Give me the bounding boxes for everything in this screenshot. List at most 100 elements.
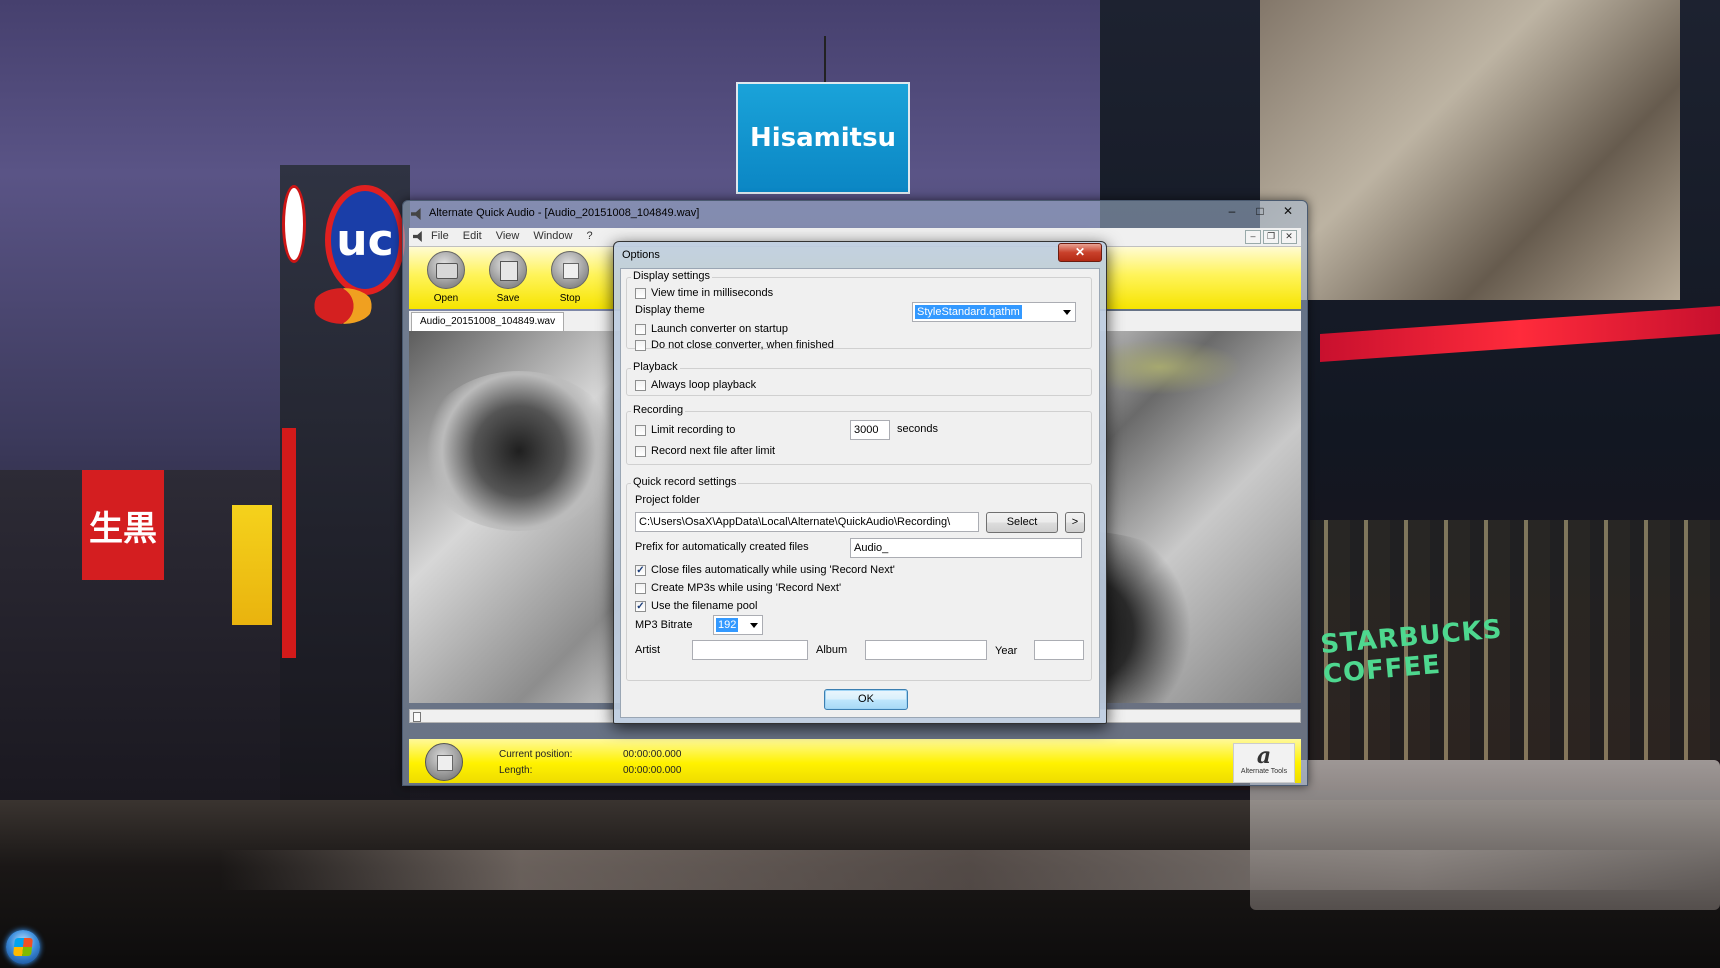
always-loop-row[interactable]: Always loop playback	[635, 379, 756, 391]
menu-window[interactable]: Window	[533, 230, 572, 242]
stop-icon	[551, 251, 589, 289]
dialog-body: Display settings View time in millisecon…	[620, 268, 1100, 718]
length-label: Length:	[499, 765, 533, 776]
playback-group: Playback Always loop playback	[626, 361, 1092, 396]
mastercard-logo	[313, 288, 373, 324]
menu-file[interactable]: File	[431, 230, 449, 242]
limit-recording-row[interactable]: Limit recording to	[635, 424, 735, 436]
launch-converter-row[interactable]: Launch converter on startup	[635, 323, 788, 335]
length-value: 00:00:00.000	[623, 765, 682, 776]
dialog-title: Options	[622, 249, 660, 261]
project-folder-input[interactable]: C:\Users\OsaX\AppData\Local\Alternate\Qu…	[635, 512, 979, 532]
options-dialog: Options ✕ Display settings View time in …	[613, 241, 1107, 724]
document-speaker-icon[interactable]	[413, 231, 422, 242]
close-button[interactable]: ✕	[1275, 203, 1301, 221]
project-folder-label: Project folder	[635, 494, 700, 506]
recording-group: Recording Limit recording to 3000 second…	[626, 404, 1092, 465]
limit-recording-label: Limit recording to	[651, 424, 736, 436]
quick-record-title: Quick record settings	[631, 476, 739, 488]
status-bar: Current position: 00:00:00.000 Length: 0…	[409, 739, 1301, 783]
quick-record-group: Quick record settings Project folder C:\…	[626, 476, 1092, 681]
close-files-row[interactable]: Close files automatically while using 'R…	[635, 564, 895, 576]
window-controls: – □ ✕	[1219, 203, 1301, 221]
select-folder-button[interactable]: Select	[986, 512, 1058, 533]
windows-logo-icon	[13, 938, 33, 956]
menu-edit[interactable]: Edit	[463, 230, 482, 242]
display-theme-select[interactable]: StyleStandard.qathm	[912, 302, 1076, 322]
save-label: Save	[496, 293, 520, 304]
more-folder-button[interactable]: >	[1065, 512, 1085, 533]
view-ms-label: View time in milliseconds	[651, 287, 774, 299]
no-close-converter-row[interactable]: Do not close converter, when finished	[635, 339, 834, 351]
playback-title: Playback	[631, 361, 680, 373]
open-label: Open	[433, 293, 459, 304]
create-mp3-label: Create MP3s while using 'Record Next'	[651, 582, 842, 594]
menu-view[interactable]: View	[496, 230, 520, 242]
app-titlebar[interactable]: Alternate Quick Audio - [Audio_20151008_…	[403, 201, 1307, 227]
start-button[interactable]	[6, 930, 40, 964]
scroll-thumb[interactable]	[413, 712, 421, 722]
current-position-value: 00:00:00.000	[623, 749, 682, 760]
status-stop-icon[interactable]	[425, 743, 463, 781]
view-ms-row[interactable]: View time in milliseconds	[635, 287, 773, 299]
mp3-bitrate-value: 192	[716, 618, 739, 632]
bus-blur	[1250, 760, 1720, 910]
record-next-checkbox[interactable]	[635, 445, 646, 457]
album-input[interactable]	[865, 640, 987, 660]
doc-restore-button[interactable]: ❐	[1263, 230, 1279, 244]
maximize-button[interactable]: □	[1247, 203, 1273, 221]
open-button[interactable]: Open	[421, 251, 471, 304]
always-loop-checkbox[interactable]	[635, 379, 646, 391]
menu-help[interactable]: ?	[586, 230, 592, 242]
video-screen	[1260, 0, 1680, 300]
doc-minimize-button[interactable]: –	[1245, 230, 1261, 244]
chevron-down-icon	[750, 623, 758, 628]
red-vertical-sign	[282, 428, 296, 658]
yellow-sign	[232, 505, 272, 625]
document-controls: – ❐ ✕	[1245, 230, 1297, 244]
filename-pool-row[interactable]: Use the filename pool	[635, 600, 757, 612]
seconds-label: seconds	[897, 423, 938, 435]
limit-seconds-input[interactable]: 3000	[850, 420, 890, 440]
save-disk-icon	[489, 251, 527, 289]
mp3-bitrate-label: MP3 Bitrate	[635, 619, 693, 631]
minimize-button[interactable]: –	[1219, 203, 1245, 221]
chevron-down-icon	[1063, 310, 1071, 315]
display-settings-group: Display settings View time in millisecon…	[626, 270, 1092, 351]
record-next-row[interactable]: Record next file after limit	[635, 445, 775, 457]
kanji-sign: 生黒	[82, 470, 164, 580]
alternate-tools-logo: a Alternate Tools	[1233, 743, 1295, 783]
document-tab[interactable]: Audio_20151008_104849.wav	[411, 312, 565, 331]
doc-close-button[interactable]: ✕	[1281, 230, 1297, 244]
create-mp3-checkbox[interactable]	[635, 582, 646, 594]
year-label: Year	[995, 645, 1018, 657]
filename-pool-checkbox[interactable]	[635, 600, 646, 612]
mp3-bitrate-select[interactable]: 192	[713, 615, 763, 635]
no-close-converter-checkbox[interactable]	[635, 339, 646, 351]
ok-button[interactable]: OK	[824, 689, 908, 710]
recording-title: Recording	[631, 404, 686, 416]
filename-pool-label: Use the filename pool	[651, 600, 758, 612]
view-ms-checkbox[interactable]	[635, 287, 646, 299]
display-theme-label: Display theme	[635, 304, 705, 316]
current-position-label: Current position:	[499, 749, 573, 760]
waveform-art	[419, 371, 619, 531]
limit-recording-checkbox[interactable]	[635, 424, 646, 436]
stop-button[interactable]: Stop	[545, 251, 595, 304]
uc-sign: uc	[325, 185, 405, 295]
create-mp3-row[interactable]: Create MP3s while using 'Record Next'	[635, 582, 841, 594]
prefix-label: Prefix for automatically created files	[635, 541, 809, 553]
dialog-close-button[interactable]: ✕	[1058, 243, 1102, 262]
save-button[interactable]: Save	[483, 251, 533, 304]
album-label: Album	[816, 644, 848, 656]
hisamitsu-sign: Hisamitsu	[736, 82, 910, 194]
year-input[interactable]	[1034, 640, 1084, 660]
artist-label: Artist	[635, 644, 661, 656]
launch-converter-checkbox[interactable]	[635, 323, 646, 335]
prefix-input[interactable]: Audio_	[850, 538, 1082, 558]
no-close-converter-label: Do not close converter, when finished	[651, 339, 834, 351]
app-title: Alternate Quick Audio - [Audio_20151008_…	[429, 207, 700, 219]
close-files-label: Close files automatically while using 'R…	[651, 564, 895, 576]
artist-input[interactable]	[692, 640, 808, 660]
close-files-checkbox[interactable]	[635, 564, 646, 576]
